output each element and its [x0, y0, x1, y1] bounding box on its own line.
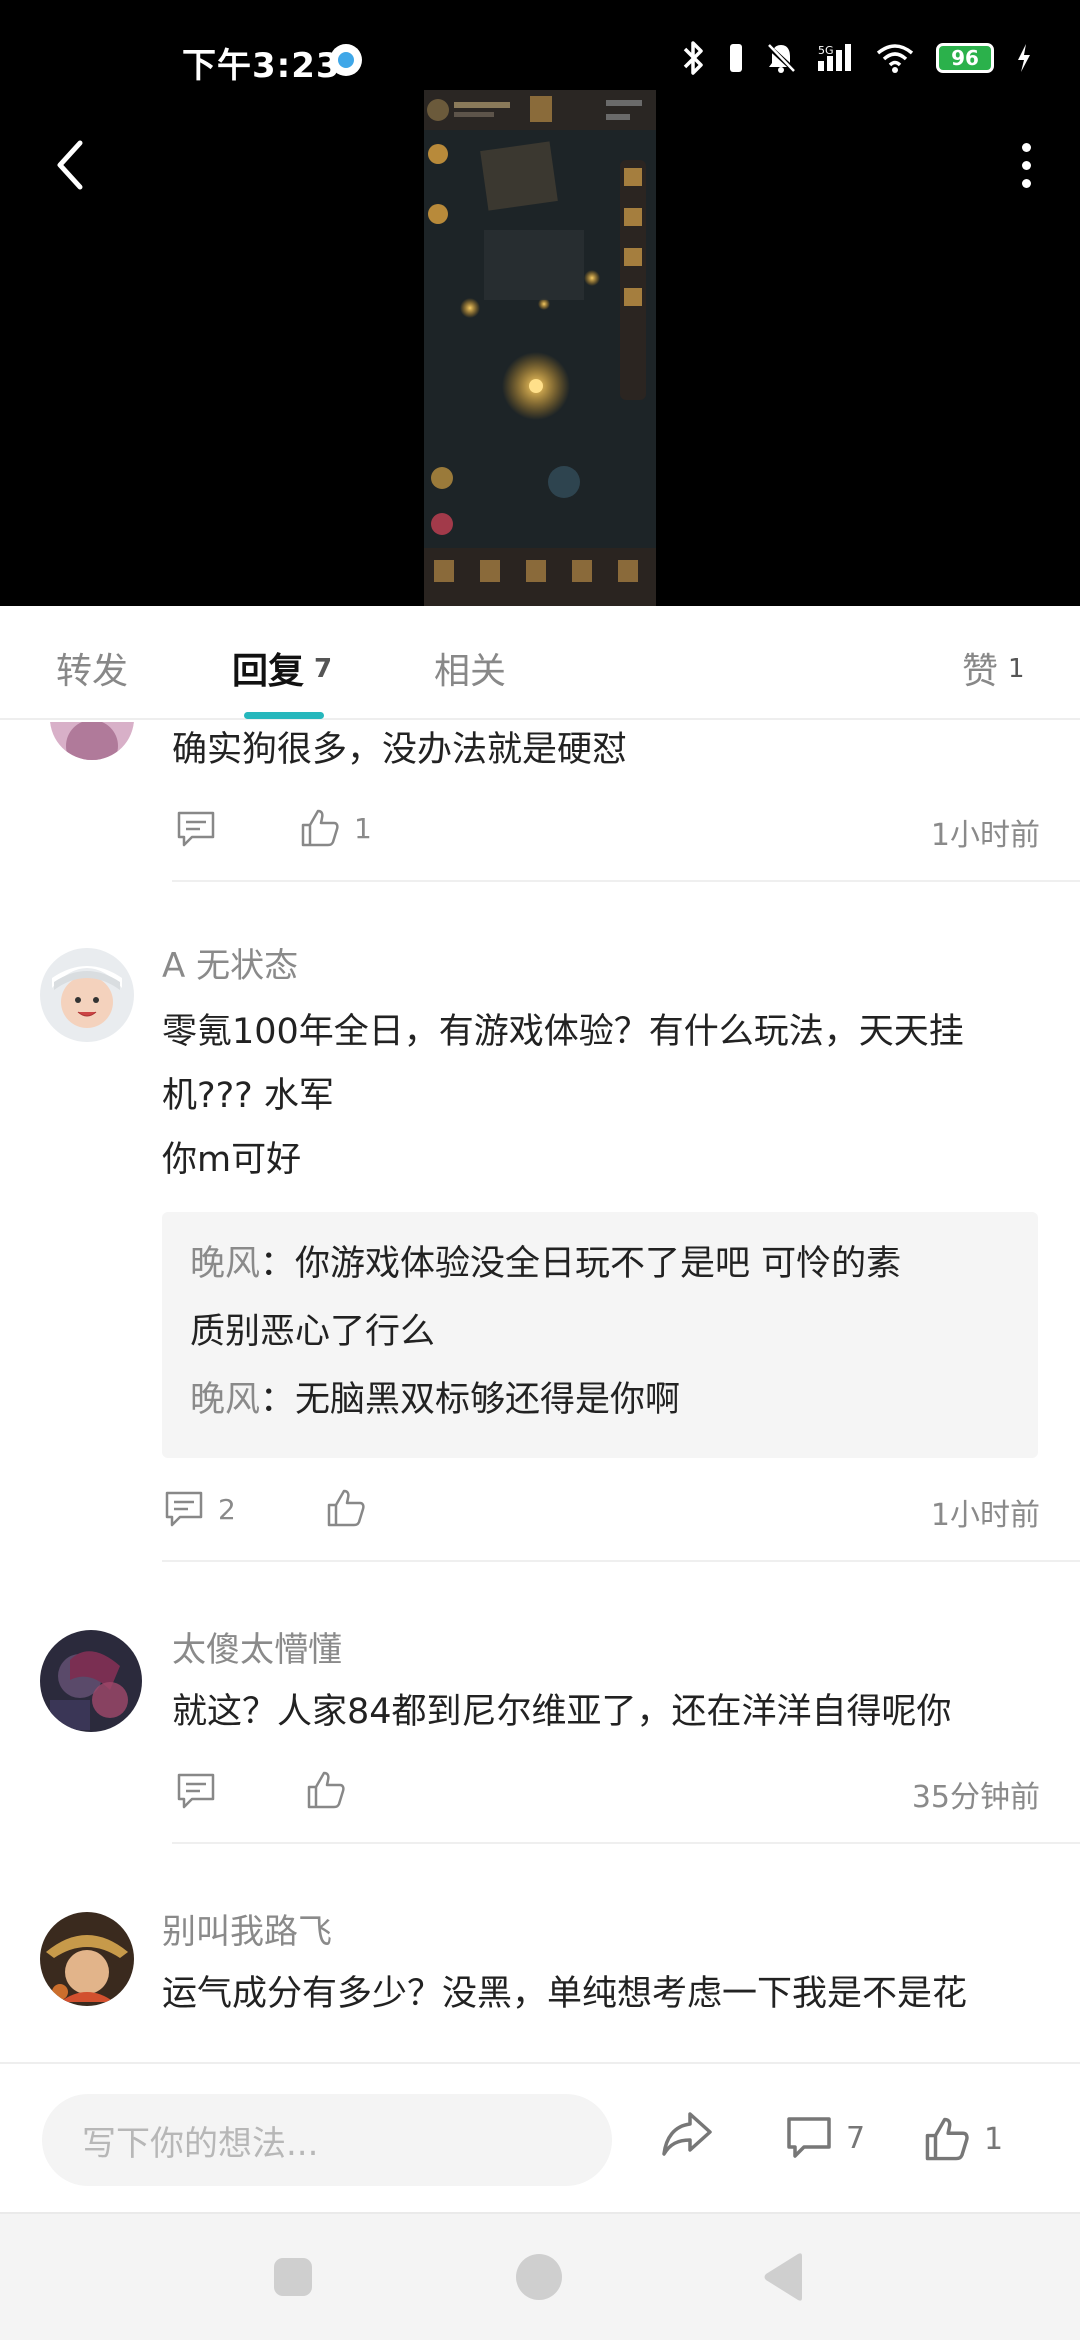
like-button[interactable]: 1: [300, 808, 372, 848]
tab-likes-label: 赞: [962, 651, 999, 692]
thumbs-up-icon: [307, 1771, 345, 1809]
reply-button[interactable]: [176, 810, 216, 848]
comment-time: 35分钟前: [911, 1780, 1040, 1815]
comments-button[interactable]: 7: [786, 2116, 865, 2160]
reply-author[interactable]: 晚风: [190, 1380, 260, 1420]
app-notification-icon: [330, 44, 362, 76]
comment-time: 1小时前: [930, 818, 1040, 853]
reply-button[interactable]: [176, 1772, 216, 1810]
avatar[interactable]: [50, 722, 134, 760]
reply-button[interactable]: 2: [164, 1490, 236, 1528]
comment-icon: [165, 1491, 203, 1527]
tab-replies-count: 7: [314, 654, 333, 684]
avatar[interactable]: [40, 1912, 134, 2006]
comment-time: 1小时前: [930, 1498, 1040, 1533]
reply-item: 质别恶心了行么: [190, 1298, 1010, 1366]
recent-apps-button[interactable]: [274, 2258, 312, 2296]
back-triangle-icon: [764, 2253, 802, 2301]
bluetooth-icon: [683, 41, 703, 75]
avatar-image: [40, 948, 134, 1042]
comment-count: 7: [846, 2120, 866, 2156]
thumbs-up-icon: [925, 2117, 969, 2161]
comment-input-bar: 写下你的想法... 7 1: [0, 2062, 1080, 2212]
comment-text-line: 你m可好: [162, 1140, 302, 1180]
comment-text: 就这？人家84都到尼尔维亚了，还在洋洋自得呢你: [172, 1692, 952, 1732]
reply-item: 晚风：你游戏体验没全日玩不了是吧 可怜的素: [190, 1230, 1010, 1298]
more-options-button[interactable]: [996, 135, 1056, 195]
divider: [172, 1842, 1080, 1844]
tab-replies[interactable]: 回复 7: [232, 642, 332, 694]
battery-level: 96: [951, 46, 979, 70]
tab-likes[interactable]: 赞1: [962, 642, 1025, 694]
thumbs-up-icon: [327, 1489, 365, 1527]
back-button[interactable]: [40, 130, 100, 200]
active-tab-indicator: [244, 712, 324, 719]
chevron-left-icon: [57, 140, 83, 190]
battery-icon: 96: [936, 43, 994, 73]
tab-repost[interactable]: 转发: [56, 642, 128, 694]
tab-related-label: 相关: [434, 651, 507, 692]
reply-item: 晚风：无脑黑双标够还得是你啊: [190, 1366, 1010, 1434]
like-button[interactable]: [326, 1488, 366, 1528]
system-navigation-bar: [0, 2212, 1080, 2340]
reply-separator: ：: [260, 1380, 296, 1420]
like-count: 1: [354, 811, 372, 845]
avatar[interactable]: [40, 948, 134, 1042]
share-icon: [662, 2112, 712, 2156]
avatar[interactable]: [40, 1630, 142, 1732]
status-time: 下午3:23: [182, 46, 341, 86]
comment-text: 零氪100年全日，有游戏体验？有什么玩法，天天挂 机??? 水军 你m可好: [162, 1000, 964, 1192]
media-header: 下午3:23 5G 96: [0, 0, 1080, 606]
divider: [172, 880, 1080, 882]
reply-text: 无脑黑双标够还得是你啊: [295, 1380, 681, 1420]
tab-replies-label: 回复: [232, 651, 305, 692]
share-button[interactable]: [660, 2110, 714, 2158]
comment-text: 确实狗很多，没办法就是硬怼: [172, 730, 628, 770]
thumbs-up-icon: [301, 809, 339, 847]
divider: [162, 1560, 1080, 1562]
comment-icon: [177, 1773, 215, 1809]
post-image[interactable]: [424, 90, 656, 606]
avatar-image: [40, 1630, 142, 1732]
wifi-icon: [876, 44, 914, 73]
game-screenshot: [424, 90, 656, 606]
reply-preview[interactable]: 晚风：你游戏体验没全日玩不了是吧 可怜的素 质别恶心了行么 晚风：无脑黑双标够还…: [162, 1212, 1038, 1458]
vibrate-icon: [730, 44, 742, 72]
tab-likes-count: 1: [1008, 654, 1025, 684]
like-count: 1: [984, 2121, 1004, 2157]
comment-icon: [787, 2117, 831, 2158]
comment-text-line: 零氪100年全日，有游戏体验？有什么玩法，天天挂: [162, 1012, 964, 1052]
reply-count: 2: [218, 1492, 236, 1526]
like-button[interactable]: [306, 1770, 346, 1810]
tab-repost-label: 转发: [56, 651, 129, 692]
signal-icon: 5G: [818, 44, 851, 71]
more-dot-icon: [1021, 142, 1031, 152]
comment-icon: [177, 811, 215, 847]
comment-list: 确实狗很多，没办法就是硬怼 1 1小时前 A 无状态 零氪100年全日，有游戏体…: [0, 722, 1080, 2062]
more-dot-icon: [1021, 178, 1031, 188]
home-button[interactable]: [516, 2254, 562, 2300]
system-back-button[interactable]: [762, 2252, 806, 2306]
mute-bell-icon: [766, 44, 796, 73]
comment-author[interactable]: 太傻太懵懂: [172, 1622, 342, 1671]
comment-text-line: 机??? 水军: [162, 1076, 334, 1116]
reply-text: 质别恶心了行么: [190, 1312, 436, 1352]
comment-input[interactable]: 写下你的想法...: [42, 2094, 612, 2186]
tab-bar: 转发 回复 7 相关 赞1: [0, 606, 1080, 720]
comment-text: 运气成分有多少？没黑，单纯想考虑一下我是不是花: [162, 1974, 968, 2014]
like-button[interactable]: 1: [924, 2116, 1003, 2162]
reply-separator: ：: [260, 1244, 296, 1284]
reply-author[interactable]: 晚风: [190, 1244, 260, 1284]
status-icons: 5G 96: [682, 40, 1032, 76]
reply-text: 你游戏体验没全日玩不了是吧 可怜的素: [295, 1244, 902, 1284]
svg-text:5G: 5G: [818, 44, 834, 57]
more-dot-icon: [1021, 160, 1031, 170]
avatar-image: [40, 1912, 134, 2006]
avatar-image: [50, 722, 134, 760]
comment-author[interactable]: 别叫我路飞: [162, 1904, 332, 1953]
comment-author[interactable]: A 无状态: [162, 938, 298, 987]
tab-related[interactable]: 相关: [434, 642, 506, 694]
charging-icon: [1018, 44, 1030, 72]
